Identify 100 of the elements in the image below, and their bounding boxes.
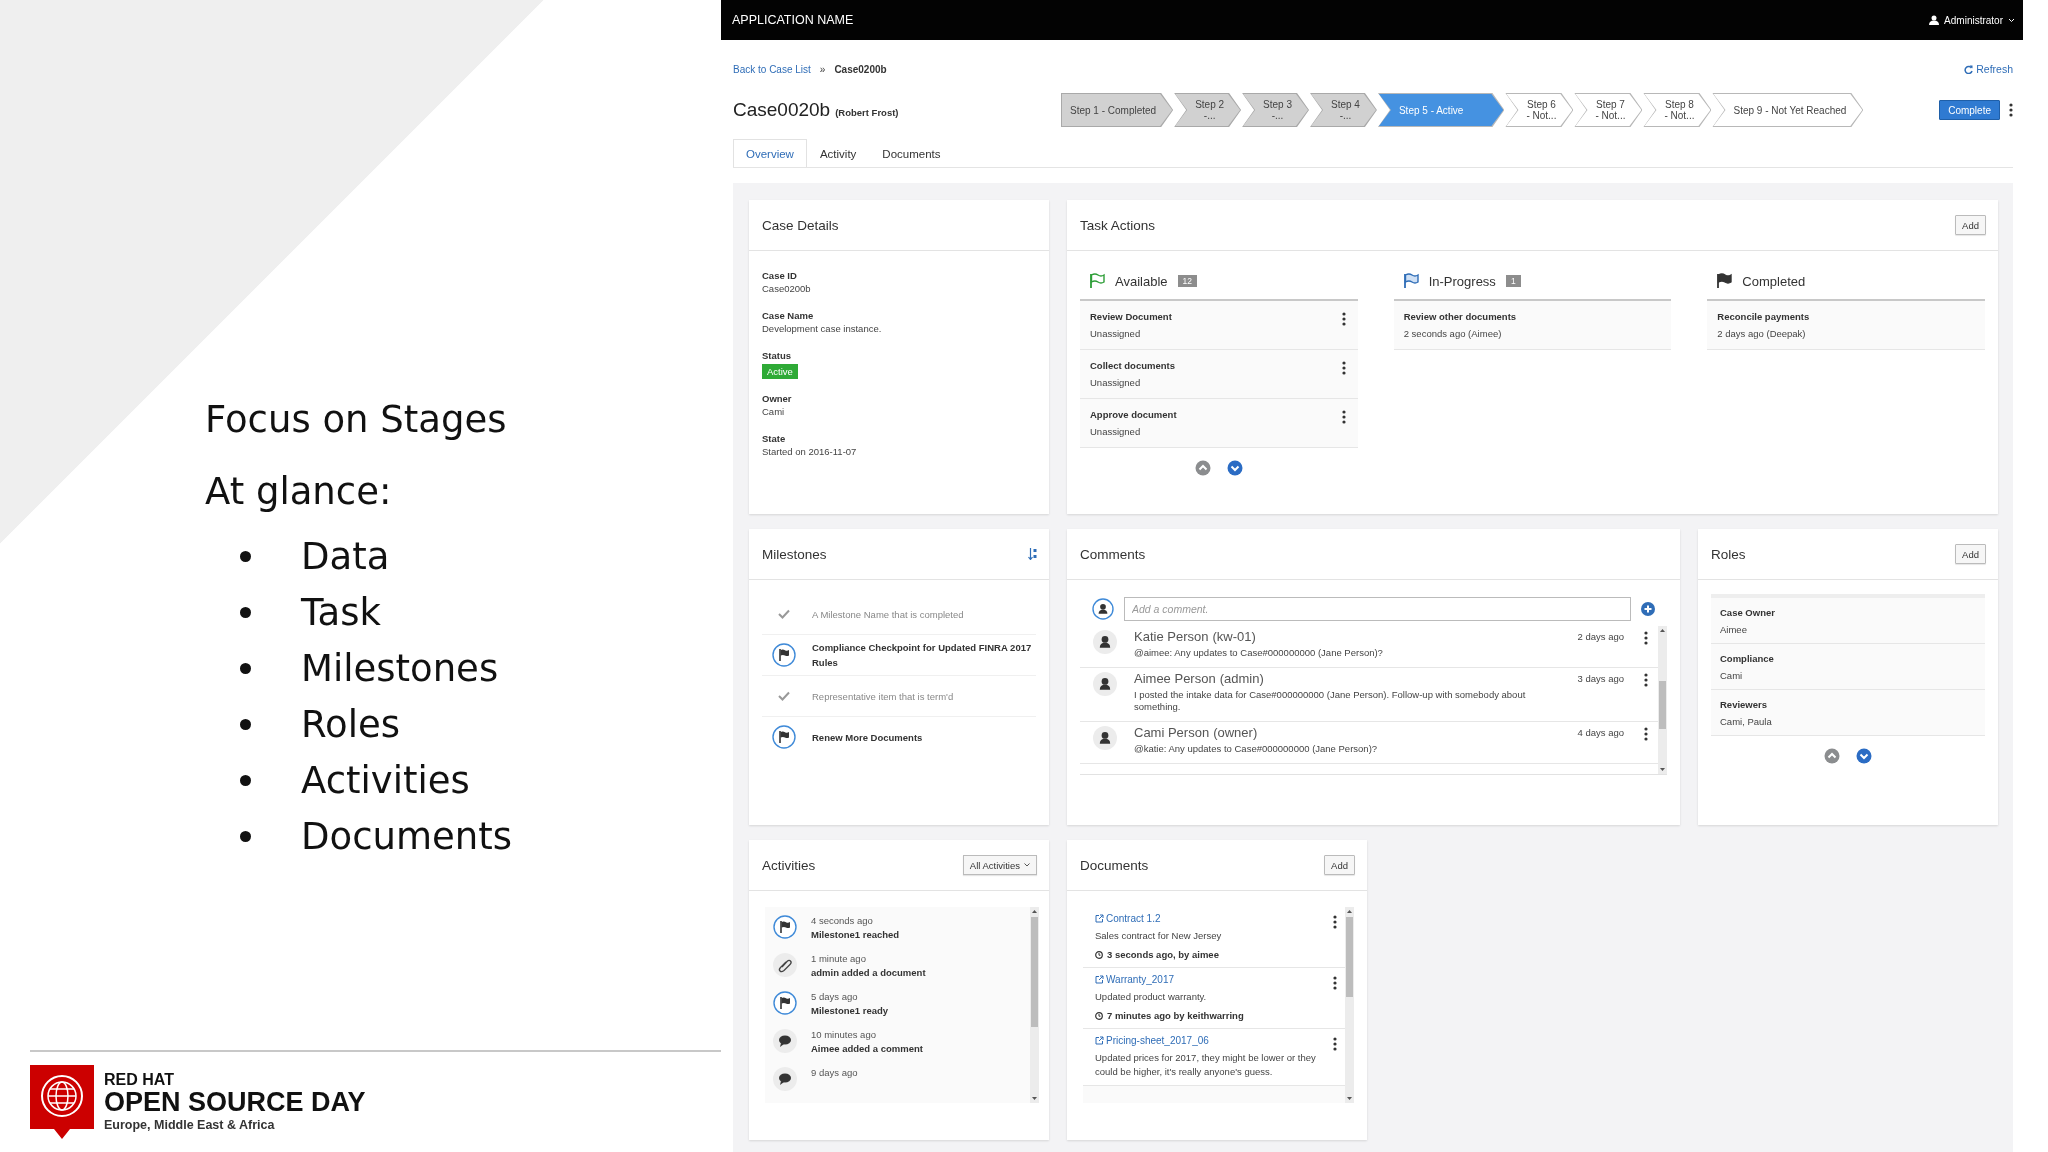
field-value: Cami xyxy=(762,405,785,419)
kebab-icon[interactable] xyxy=(1333,1037,1337,1051)
user-icon xyxy=(1929,15,1940,25)
comment-author: Cami Person xyxy=(1134,725,1210,740)
user-menu[interactable]: Administrator xyxy=(1929,14,2015,26)
document-meta: 7 minutes ago by keithwarring xyxy=(1107,1009,1244,1022)
tab[interactable]: Activity xyxy=(806,139,870,167)
clock-icon xyxy=(1095,1011,1103,1020)
breadcrumb-current: Case0200b xyxy=(834,63,887,75)
bullet-icon xyxy=(240,775,251,786)
comment-time: 3 days ago xyxy=(1577,672,1624,684)
stage-step[interactable]: Step 6 - Not... xyxy=(1505,93,1574,127)
document-link[interactable]: Warranty_2017 xyxy=(1095,974,1174,985)
card-title: Comments xyxy=(1080,546,1147,562)
bullet-text: Documents xyxy=(301,814,512,859)
stage-step[interactable]: Step 1 - Completed xyxy=(1061,93,1174,127)
comment-author: Katie Person xyxy=(1134,629,1209,644)
app-name: APPLICATION NAME xyxy=(732,13,855,27)
kebab-icon[interactable] xyxy=(1644,673,1648,687)
kebab-icon[interactable] xyxy=(1644,631,1648,645)
document-description: Updated prices for 2017, they might be lower or they could be higher, it's really anyone's guess. xyxy=(1095,1051,1317,1079)
scrollbar[interactable] xyxy=(1658,626,1667,774)
task-assignee: 2 seconds ago (Aimee) xyxy=(1403,327,1503,341)
scrollbar[interactable] xyxy=(1030,907,1039,1103)
tab[interactable]: Overview xyxy=(733,139,807,167)
avatar-icon xyxy=(1092,725,1118,751)
task-title: Collect documents xyxy=(1090,359,1176,372)
bullet-text: Roles xyxy=(301,702,400,747)
kebab-icon[interactable] xyxy=(1341,361,1346,375)
refresh-icon xyxy=(1964,64,1974,74)
task-item[interactable]: Collect documents Unassigned xyxy=(1080,350,1358,399)
complete-button[interactable]: Complete xyxy=(1939,100,2000,120)
comment-input[interactable]: Add a comment. xyxy=(1124,597,1631,621)
kebab-icon[interactable] xyxy=(1333,915,1337,929)
add-button[interactable]: Add xyxy=(1324,855,1355,875)
stage-step[interactable]: Step 2 -... xyxy=(1174,93,1242,127)
add-icon[interactable] xyxy=(1641,602,1655,616)
bullet-text: Activities xyxy=(301,758,470,803)
task-assignee: Unassigned xyxy=(1090,376,1142,390)
bullet-icon xyxy=(240,551,251,562)
task-item[interactable]: Review other documents 2 seconds ago (Aimee) xyxy=(1393,301,1672,350)
activity-time: 5 days ago xyxy=(811,991,859,1002)
case-title: Case0020b xyxy=(733,99,831,121)
task-item[interactable]: Approve document Unassigned xyxy=(1080,399,1358,448)
brand-name: RED HAT xyxy=(104,1071,174,1088)
activity-time: 4 seconds ago xyxy=(811,915,874,926)
field-label: Case Name xyxy=(762,309,814,322)
scroll-down-button[interactable] xyxy=(1856,748,1872,764)
task-title: Review other documents xyxy=(1403,310,1518,323)
bullet-text: Task xyxy=(301,590,381,635)
role-members: Aimee xyxy=(1720,623,1748,637)
comment-role: (admin) xyxy=(1219,671,1264,686)
activity-text: admin added a document xyxy=(811,966,926,979)
stage-step[interactable]: Step 8 - Not... xyxy=(1643,93,1712,127)
kebab-icon[interactable] xyxy=(2009,103,2013,117)
kebab-icon[interactable] xyxy=(1333,976,1337,990)
slide-subheading: At glance: xyxy=(205,470,392,514)
avatar-icon xyxy=(1092,598,1114,620)
document-description: Updated product warranty. xyxy=(1095,990,1208,1004)
field-value: Development case instance. xyxy=(762,322,882,336)
bullet-text: Milestones xyxy=(301,646,499,691)
kebab-icon[interactable] xyxy=(1341,410,1346,424)
bullet-icon xyxy=(240,663,251,674)
comment-time: 4 days ago xyxy=(1577,726,1624,738)
lane-title: Completed xyxy=(1742,273,1806,289)
scroll-down-button[interactable] xyxy=(1226,460,1243,476)
task-item[interactable]: Review Document Unassigned xyxy=(1080,301,1358,350)
sort-icon[interactable] xyxy=(1028,548,1037,560)
add-button[interactable]: Add xyxy=(1955,544,1986,564)
add-button[interactable]: Add xyxy=(1955,215,1986,235)
stage-step[interactable]: Step 9 - Not Yet Reached xyxy=(1712,93,1864,127)
document-link[interactable]: Contract 1.2 xyxy=(1095,913,1161,924)
stage-step[interactable]: Step 7 - Not... xyxy=(1574,93,1643,127)
event-name: OPEN SOURCE DAY xyxy=(104,1088,366,1117)
tab[interactable]: Documents xyxy=(869,139,954,167)
event-region: Europe, Middle East & Africa xyxy=(104,1117,275,1133)
document-link[interactable]: Pricing-sheet_2017_06 xyxy=(1095,1035,1209,1046)
external-link-icon xyxy=(1095,1036,1104,1045)
role-members: Cami, Paula xyxy=(1720,715,1773,729)
task-assignee: Unassigned xyxy=(1090,327,1142,341)
kebab-icon[interactable] xyxy=(1644,727,1648,741)
breadcrumb-link[interactable]: Back to Case List xyxy=(733,63,811,75)
activity-filter[interactable]: All Activities xyxy=(962,855,1037,875)
avatar-icon xyxy=(1092,671,1118,697)
task-item[interactable]: Reconcile payments 2 days ago (Deepak) xyxy=(1707,301,1985,350)
kebab-icon[interactable] xyxy=(1341,312,1346,326)
card-title: Roles xyxy=(1711,546,1747,562)
stage-step[interactable]: Step 4 -... xyxy=(1310,93,1377,127)
field-value: Case0200b xyxy=(762,282,811,296)
external-link-icon xyxy=(1095,975,1104,984)
milestone-text: Representative item that is term'd xyxy=(812,689,955,704)
document-meta: 3 seconds ago, by aimee xyxy=(1107,948,1219,961)
refresh-link[interactable]: Refresh xyxy=(1964,63,2013,75)
stage-step[interactable]: Step 3 -... xyxy=(1242,93,1309,127)
milestone-text: Renew More Documents xyxy=(812,730,924,745)
card-title: Case Details xyxy=(762,217,840,233)
clock-icon xyxy=(1095,950,1103,959)
field-label: Case ID xyxy=(762,269,797,282)
scrollbar[interactable] xyxy=(1345,907,1354,1103)
role-name: Compliance xyxy=(1720,652,1775,665)
